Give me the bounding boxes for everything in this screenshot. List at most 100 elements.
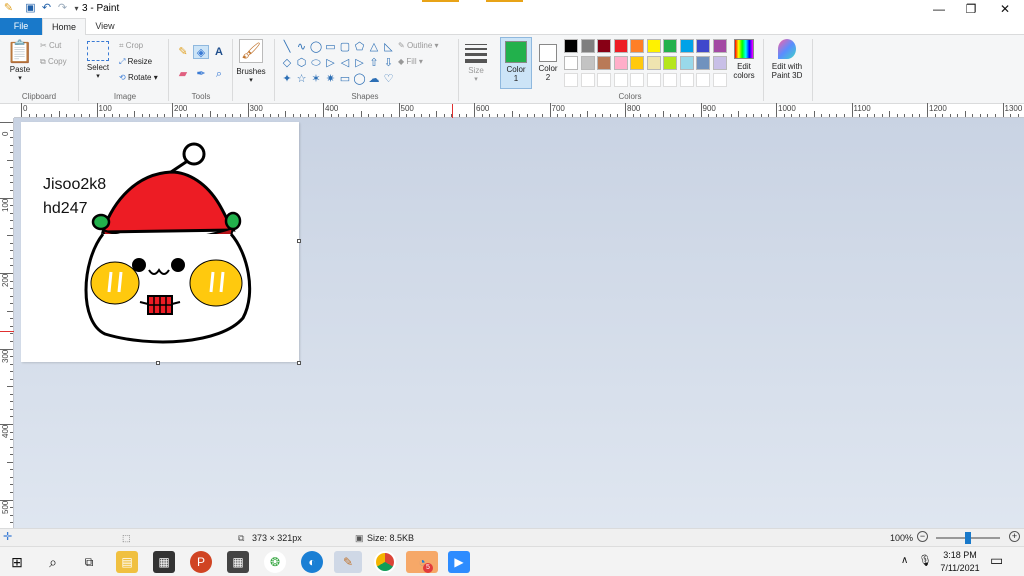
empty-color-swatch[interactable]: [679, 73, 694, 87]
tab-file[interactable]: File: [0, 18, 42, 35]
resize-button[interactable]: ⤢ Resize: [119, 57, 152, 67]
fill-icon[interactable]: ◈: [193, 45, 209, 59]
shape-option[interactable]: ✷: [324, 73, 338, 85]
edit-colors-button[interactable]: Edit colors: [728, 39, 760, 80]
color-swatch[interactable]: [696, 39, 710, 53]
color1-button[interactable]: Color 1: [500, 37, 532, 89]
restore-icon[interactable]: ❐: [956, 0, 986, 18]
shape-option[interactable]: ╲: [280, 41, 294, 53]
zoom-app-icon[interactable]: ▶: [448, 551, 470, 573]
copy-button[interactable]: ⧉ Copy: [40, 57, 67, 67]
pencil-icon[interactable]: ✎: [175, 45, 191, 59]
color2-button[interactable]: Color 2: [534, 37, 562, 89]
color-swatch[interactable]: [580, 39, 595, 53]
paste-button[interactable]: 📋 Paste ▾: [6, 39, 34, 82]
shape-option[interactable]: ▢: [338, 41, 352, 53]
store-icon[interactable]: ▦: [153, 551, 175, 573]
shape-option[interactable]: ♡: [382, 73, 396, 85]
color-swatch[interactable]: [646, 39, 661, 53]
shape-option[interactable]: ⇧: [367, 57, 381, 69]
empty-color-swatch[interactable]: [580, 73, 595, 87]
zalo-icon[interactable]: ◔: [406, 551, 438, 573]
color-swatch[interactable]: [679, 56, 694, 70]
shape-option[interactable]: ☁: [367, 73, 381, 85]
close-icon[interactable]: ✕: [990, 0, 1020, 18]
empty-color-swatch[interactable]: [613, 73, 628, 87]
color-swatch[interactable]: [712, 39, 727, 53]
empty-color-swatch[interactable]: [646, 73, 661, 87]
shape-option[interactable]: ▷: [353, 57, 367, 69]
outline-button[interactable]: ✎ Outline ▾: [398, 41, 439, 50]
resize-handle-bottom[interactable]: [156, 361, 160, 365]
empty-color-swatch[interactable]: [597, 73, 611, 87]
cut-button[interactable]: ✂ Cut: [40, 41, 61, 50]
select-button[interactable]: Select ▾: [84, 41, 112, 80]
search-icon[interactable]: ⌕: [42, 551, 64, 573]
chevron-up-icon[interactable]: ∧: [901, 555, 908, 566]
shape-option[interactable]: ☆: [295, 73, 309, 85]
magnifier-icon[interactable]: ⌕: [211, 67, 227, 81]
zoom-in-button[interactable]: +: [1009, 531, 1020, 542]
color-swatch[interactable]: [564, 56, 578, 70]
fill-button[interactable]: ◆ Fill ▾: [398, 57, 423, 66]
color-swatch[interactable]: [564, 39, 578, 53]
green-app-icon[interactable]: ❂: [264, 551, 286, 573]
color-swatch[interactable]: [597, 39, 611, 53]
undo-icon[interactable]: ↶: [40, 2, 53, 15]
empty-color-swatch[interactable]: [630, 73, 644, 87]
task-view-icon[interactable]: ⧉: [78, 551, 100, 573]
color-swatch[interactable]: [646, 56, 661, 70]
shape-option[interactable]: ⬡: [295, 57, 309, 69]
edit-with-paint3d-button[interactable]: Edit with Paint 3D: [766, 39, 808, 80]
shape-option[interactable]: ◯: [353, 73, 367, 85]
shape-option[interactable]: ✦: [280, 73, 294, 85]
drawing-canvas[interactable]: Jisoo2k8 hd247: [21, 122, 299, 362]
file-explorer-icon[interactable]: ▤: [116, 551, 138, 573]
zoom-slider-thumb[interactable]: [965, 532, 971, 544]
resize-handle-corner[interactable]: [297, 361, 301, 365]
empty-color-swatch[interactable]: [712, 73, 727, 87]
shape-option[interactable]: ⬠: [353, 41, 367, 53]
crop-button[interactable]: ⌗ Crop: [119, 41, 143, 51]
tab-home[interactable]: Home: [42, 18, 86, 35]
shape-option[interactable]: ◇: [280, 57, 294, 69]
chrome-icon[interactable]: [374, 551, 396, 573]
color-swatch[interactable]: [613, 39, 628, 53]
color-swatch[interactable]: [597, 56, 611, 70]
size-button[interactable]: Size ▾: [462, 41, 490, 83]
shape-option[interactable]: ✶: [309, 73, 323, 85]
empty-color-swatch[interactable]: [564, 73, 578, 87]
rotate-button[interactable]: ⟲ Rotate ▾: [119, 73, 158, 82]
save-icon[interactable]: ▣: [24, 2, 37, 15]
shape-option[interactable]: ∿: [295, 41, 309, 53]
shape-option[interactable]: ◁: [338, 57, 352, 69]
shape-option[interactable]: ▭: [324, 41, 338, 53]
minimize-icon[interactable]: —: [924, 0, 954, 18]
color-swatch[interactable]: [679, 39, 694, 53]
color-swatch[interactable]: [630, 39, 644, 53]
blue-app-icon[interactable]: ◐: [301, 551, 323, 573]
empty-color-swatch[interactable]: [663, 73, 677, 87]
color-swatch[interactable]: [712, 56, 727, 70]
shape-option[interactable]: ▭: [338, 73, 352, 85]
shape-option[interactable]: ▷: [324, 57, 338, 69]
calculator-icon[interactable]: ▦: [227, 551, 249, 573]
color-swatch[interactable]: [696, 56, 710, 70]
text-icon[interactable]: A: [211, 45, 227, 59]
paint-taskbar-icon[interactable]: ✎: [334, 551, 362, 573]
eraser-icon[interactable]: ▰: [175, 67, 191, 81]
tab-view[interactable]: View: [86, 18, 124, 35]
shape-option[interactable]: ◺: [382, 41, 396, 53]
shape-option[interactable]: ⇩: [382, 57, 396, 69]
shape-option[interactable]: ◯: [309, 41, 323, 53]
zoom-out-button[interactable]: −: [917, 531, 928, 542]
notifications-icon[interactable]: ▭: [990, 552, 1003, 569]
color-swatch[interactable]: [663, 56, 677, 70]
color-picker-icon[interactable]: ✒: [193, 67, 209, 81]
windows-start-icon[interactable]: ⊞: [6, 551, 28, 573]
color-swatch[interactable]: [630, 56, 644, 70]
shape-option[interactable]: △: [367, 41, 381, 53]
color-swatch[interactable]: [663, 39, 677, 53]
brushes-button[interactable]: 🖌 Brushes ▾: [236, 39, 266, 84]
color-swatch[interactable]: [580, 56, 595, 70]
